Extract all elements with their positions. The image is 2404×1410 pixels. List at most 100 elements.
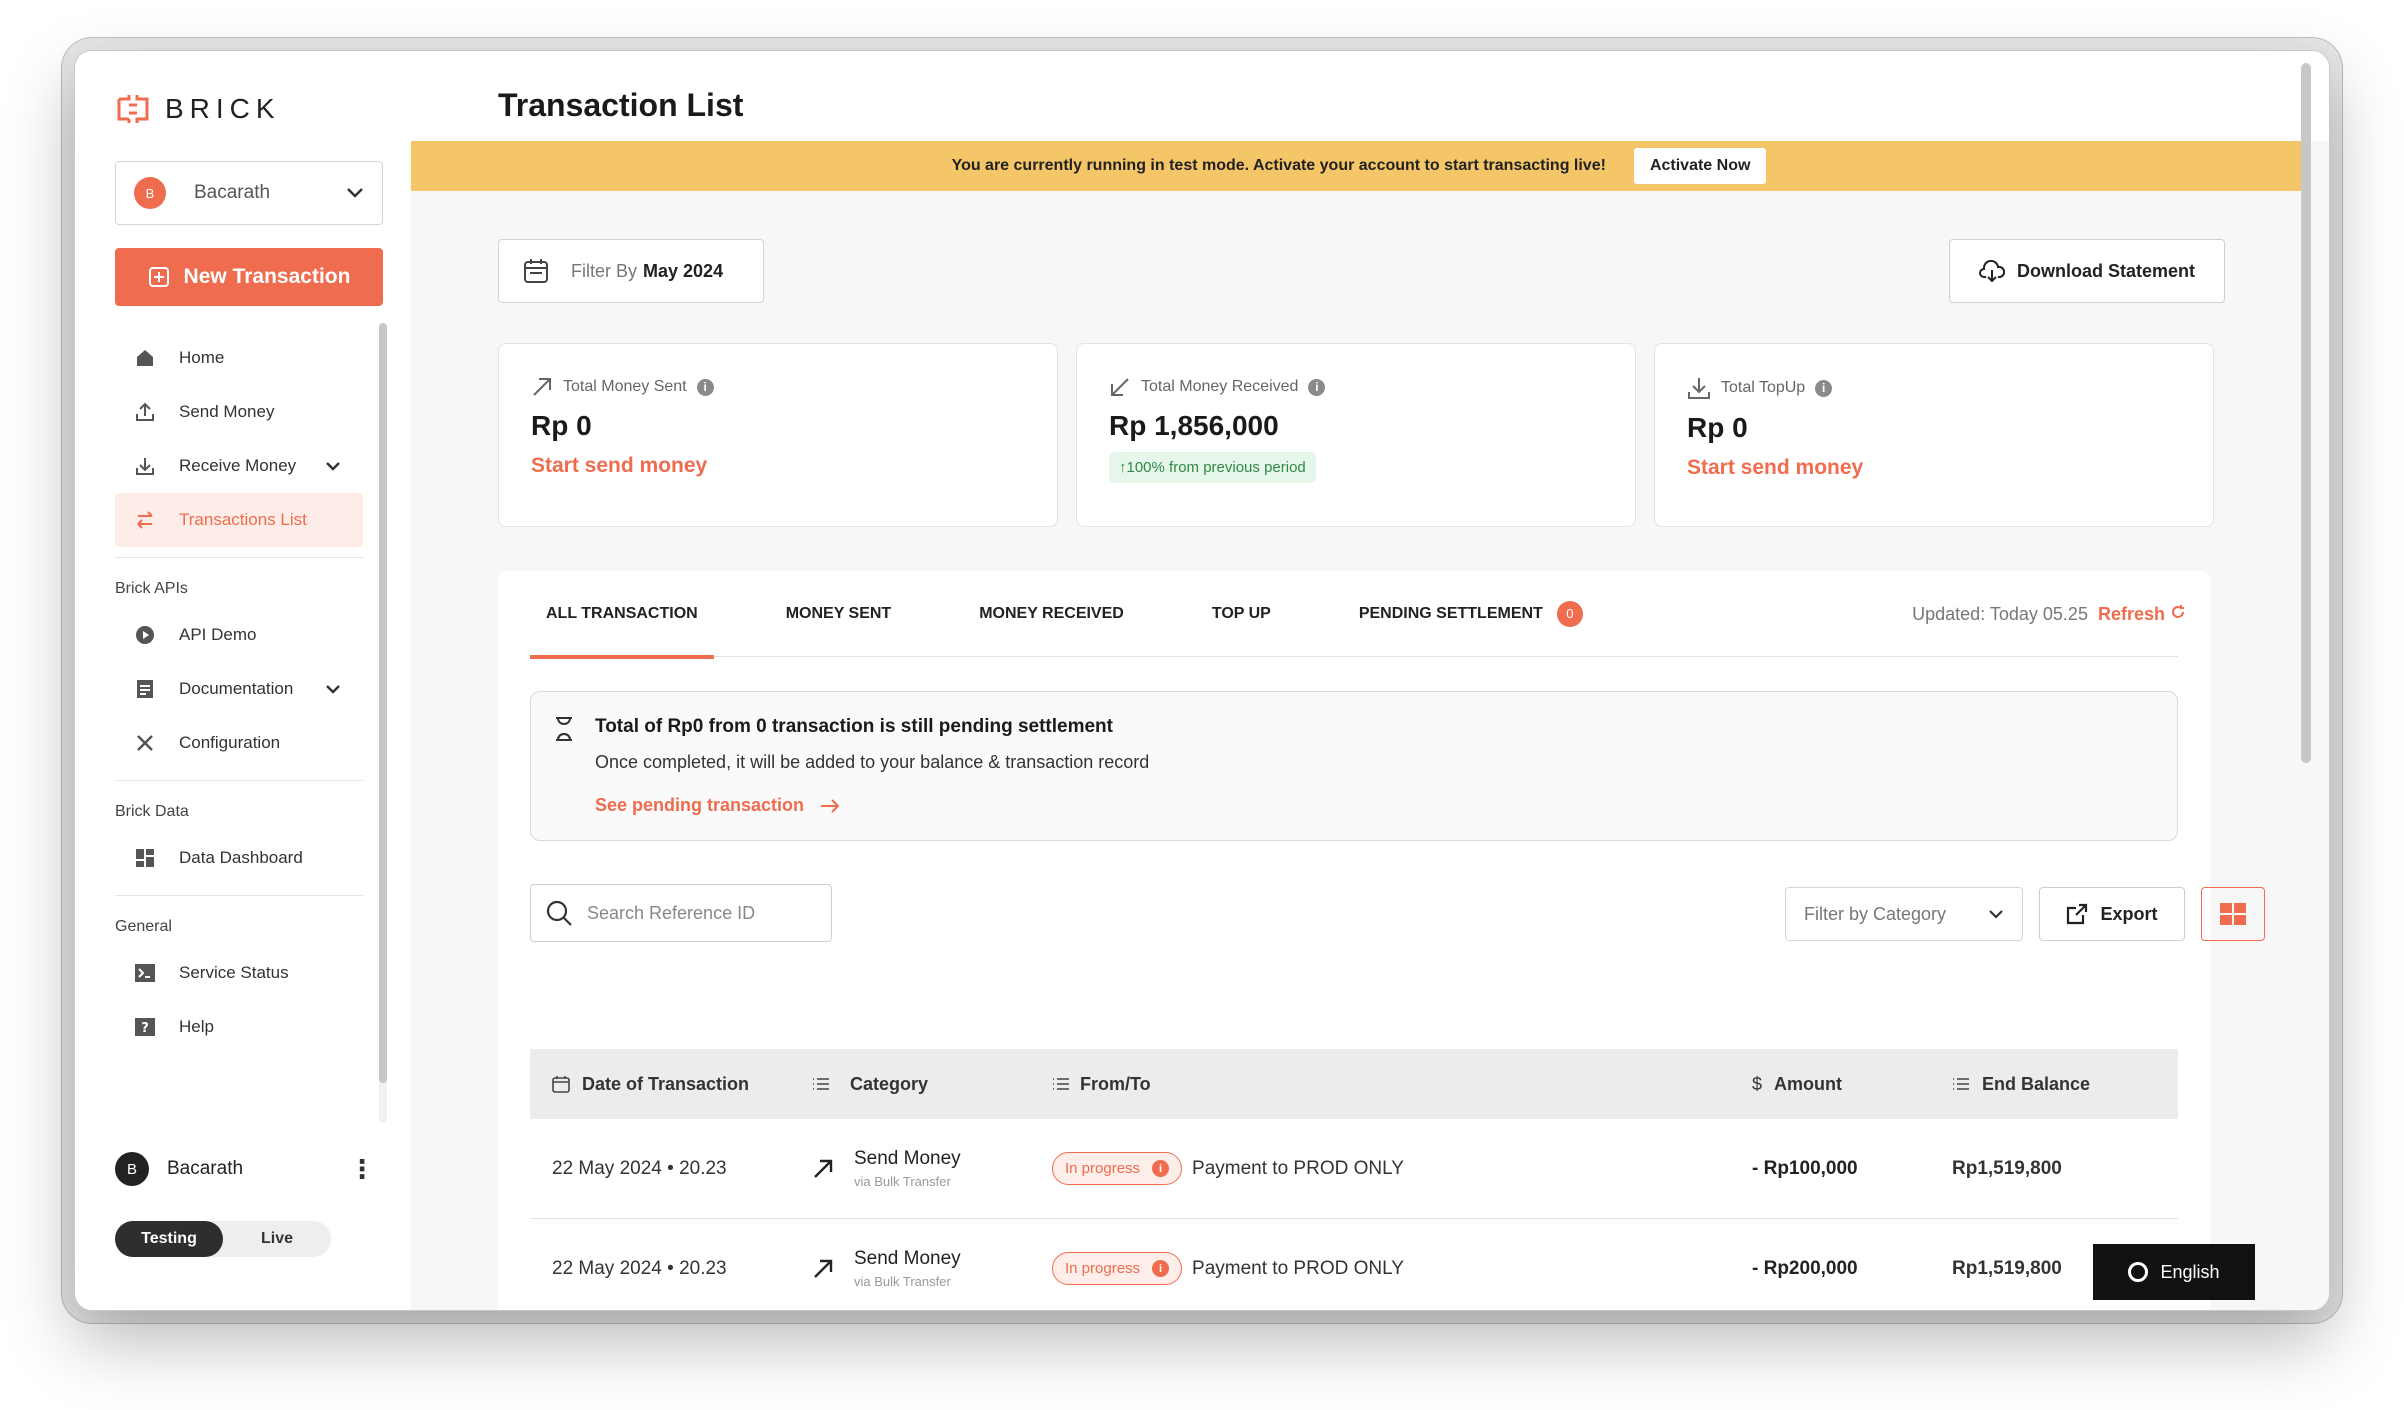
cell-date: 22 May 2024 • 20.23 — [552, 1157, 727, 1179]
category-filter-label: Filter by Category — [1804, 903, 1947, 924]
section-title: Brick Data — [115, 803, 189, 820]
start-send-money-link[interactable]: Start send money — [531, 454, 1025, 478]
category-via: via Bulk Transfer — [854, 1174, 951, 1189]
search-input[interactable]: Search Reference ID — [530, 884, 832, 942]
account-selector[interactable]: B Bacarath — [115, 161, 383, 225]
calendar-icon — [552, 1076, 570, 1093]
column-date[interactable]: Date of Transaction — [530, 1074, 812, 1095]
status-badge: In progress i — [1052, 1252, 1183, 1285]
arrow-up-right-icon — [814, 1259, 833, 1278]
table-row[interactable]: 22 May 2024 • 20.23 Send Money via Bulk … — [530, 1219, 2178, 1310]
list-icon — [1953, 1078, 1969, 1090]
hourglass-icon — [556, 717, 572, 741]
cell-date: 22 May 2024 • 20.23 — [552, 1257, 727, 1279]
sidebar-item-data-dashboard[interactable]: Data Dashboard — [115, 831, 363, 885]
sidebar-item-configuration[interactable]: Configuration — [115, 716, 363, 770]
sidebar-item-send-money[interactable]: Send Money — [115, 385, 363, 439]
column-category[interactable]: Category — [812, 1074, 1052, 1095]
sidebar-item-documentation[interactable]: Documentation — [115, 662, 363, 716]
download-icon — [133, 454, 157, 478]
see-pending-transaction-link[interactable]: See pending transaction — [595, 795, 2153, 816]
sidebar-item-api-demo[interactable]: API Demo — [115, 608, 363, 662]
mode-live-option[interactable]: Live — [223, 1221, 331, 1257]
card-label: Total Money Sent — [563, 378, 687, 395]
sidebar-item-home[interactable]: Home — [115, 331, 363, 385]
column-end-balance[interactable]: End Balance — [1952, 1074, 2152, 1095]
language-label: English — [2160, 1261, 2220, 1282]
export-button[interactable]: Export — [2039, 887, 2185, 941]
scrollbar-thumb[interactable] — [379, 323, 387, 1083]
info-icon[interactable]: i — [1308, 378, 1326, 396]
divider — [115, 780, 363, 781]
calendar-icon — [524, 259, 548, 283]
account-avatar: B — [134, 177, 166, 209]
download-icon — [1688, 378, 1710, 399]
date-filter[interactable]: Filter By May 2024 — [498, 239, 764, 303]
card-total-money-sent: Total Money Sent i Rp 0 Start send money — [498, 343, 1058, 527]
transactions-table: Date of Transaction Category From/To $ A… — [530, 1049, 2178, 1310]
search-placeholder: Search Reference ID — [587, 902, 756, 923]
pending-settlement-notice: Total of Rp0 from 0 transaction is still… — [530, 691, 2178, 841]
info-icon[interactable]: i — [696, 378, 714, 396]
count-badge: 0 — [1556, 600, 1583, 627]
sidebar-item-label: Home — [179, 348, 225, 367]
card-label: Total TopUp — [1721, 379, 1806, 396]
brand-name: BRICK — [165, 93, 281, 124]
brand-logo[interactable]: BRICK — [115, 91, 281, 127]
arrow-right-icon — [821, 798, 840, 813]
sidebar-item-label: Send Money — [179, 402, 275, 421]
play-icon — [133, 623, 157, 647]
chevron-down-icon[interactable] — [325, 684, 341, 694]
export-label: Export — [2100, 903, 2158, 924]
grid-view-button[interactable] — [2201, 887, 2265, 941]
tools-icon — [133, 731, 157, 755]
arrow-up-right-icon — [533, 378, 551, 396]
refresh-button[interactable]: Refresh — [2098, 604, 2186, 625]
sidebar-item-label: Transactions List — [179, 510, 307, 529]
mode-toggle[interactable]: Testing Live — [115, 1221, 331, 1257]
card-value: Rp 1,856,000 — [1109, 410, 1279, 441]
sidebar-item-help[interactable]: ? Help — [115, 1000, 363, 1054]
category-via: via Bulk Transfer — [854, 1274, 951, 1289]
start-send-money-link[interactable]: Start send money — [1687, 456, 2181, 480]
upload-icon — [133, 400, 157, 424]
sidebar-item-label: Data Dashboard — [179, 848, 303, 867]
download-statement-button[interactable]: Download Statement — [1949, 239, 2225, 303]
user-profile[interactable]: B Bacarath ⋮ — [115, 1151, 375, 1187]
plus-square-icon — [148, 267, 169, 287]
column-from-to[interactable]: From/To — [1052, 1074, 1752, 1095]
tab-all-transaction[interactable]: ALL TRANSACTION — [530, 571, 714, 659]
mode-testing-option[interactable]: Testing — [115, 1221, 223, 1257]
table-row[interactable]: 22 May 2024 • 20.23 Send Money via Bulk … — [530, 1119, 2178, 1219]
new-transaction-button[interactable]: New Transaction — [115, 248, 383, 306]
activate-now-button[interactable]: Activate Now — [1633, 148, 1767, 184]
external-link-icon — [2067, 903, 2088, 925]
dashboard-icon — [133, 846, 157, 870]
terminal-icon — [133, 961, 157, 985]
cell-from-to: In progress i Payment to PROD ONLY — [1052, 1252, 1752, 1285]
sidebar-scrollbar[interactable] — [379, 323, 387, 1123]
tab-top-up[interactable]: TOP UP — [1196, 571, 1287, 657]
tab-pending-settlement[interactable]: PENDING SETTLEMENT 0 — [1343, 571, 1599, 657]
info-icon: i — [1152, 1260, 1170, 1277]
language-button[interactable]: English — [2093, 1244, 2255, 1300]
arrow-up-right-icon — [814, 1159, 833, 1178]
main-scrollbar[interactable] — [2301, 63, 2311, 763]
chevron-down-icon[interactable] — [325, 461, 341, 471]
info-icon[interactable]: i — [1815, 379, 1833, 397]
sidebar-item-transactions-list[interactable]: Transactions List — [115, 493, 363, 547]
banner-text: You are currently running in test mode. … — [951, 157, 1606, 174]
language-icon — [2128, 1262, 2149, 1282]
category-filter-dropdown[interactable]: Filter by Category — [1785, 887, 2023, 941]
sidebar-item-receive-money[interactable]: Receive Money — [115, 439, 363, 493]
more-options-icon[interactable]: ⋮ — [349, 1154, 375, 1185]
tab-money-received[interactable]: MONEY RECEIVED — [963, 571, 1140, 657]
category-name: Send Money — [854, 1148, 961, 1169]
column-amount[interactable]: $ Amount — [1752, 1074, 1952, 1095]
swap-icon — [133, 508, 157, 532]
card-value: Rp 0 — [1687, 412, 1748, 443]
section-title: General — [115, 918, 172, 935]
tab-money-sent[interactable]: MONEY SENT — [770, 571, 908, 657]
sidebar-footer: B Bacarath ⋮ Testing Live — [75, 1126, 411, 1310]
sidebar-item-service-status[interactable]: Service Status — [115, 946, 363, 1000]
